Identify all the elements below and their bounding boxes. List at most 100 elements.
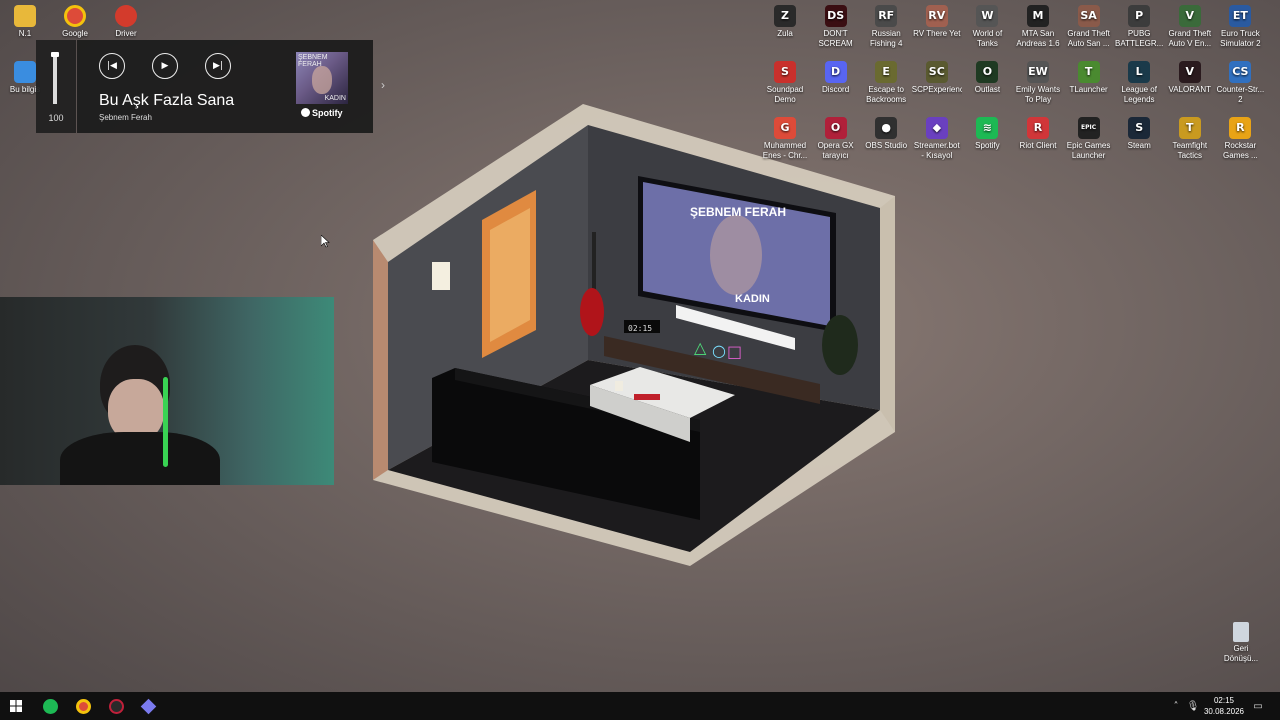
desktop-icon-label: Rockstar Games ... bbox=[1223, 141, 1258, 160]
previous-track-button[interactable]: |◀ bbox=[99, 53, 125, 79]
desktop-icon-google[interactable]: Google bbox=[50, 5, 100, 39]
desktop-icon[interactable]: SC SCPExperienc bbox=[912, 61, 962, 95]
desktop-icon[interactable]: E Escape to Backrooms bbox=[861, 61, 911, 105]
rv-icon: RV bbox=[925, 5, 948, 27]
volume-panel: 100 bbox=[36, 40, 76, 133]
next-track-button[interactable]: ▶| bbox=[205, 53, 231, 79]
rockstar-icon: R bbox=[1229, 117, 1252, 139]
taskbar-spotify[interactable] bbox=[34, 696, 66, 716]
desktop-icon[interactable]: ● OBS Studio bbox=[861, 117, 911, 151]
riot-icon: R bbox=[1027, 117, 1049, 139]
desktop-icon-label: Steam bbox=[1127, 141, 1151, 150]
lol-icon: L bbox=[1128, 61, 1151, 83]
album-art-title: KADIN bbox=[324, 95, 346, 102]
desktop-icon[interactable]: O Opera GX tarayıcı bbox=[811, 117, 861, 161]
notifications-button[interactable]: ▭ bbox=[1250, 692, 1266, 720]
opera-gx-icon bbox=[108, 698, 124, 714]
svg-text:□: □ bbox=[727, 342, 742, 361]
desktop-icon[interactable]: EPIC Epic Games Launcher bbox=[1064, 117, 1114, 161]
desktop-icon-label: League of Legends bbox=[1121, 85, 1157, 104]
desktop-icon[interactable]: ◆ Streamer.bot - Kısayol bbox=[912, 117, 962, 161]
tanks-icon: W bbox=[976, 5, 999, 27]
mta-icon: M bbox=[1027, 5, 1049, 27]
show-hidden-icons-button[interactable]: ˄ bbox=[1168, 692, 1184, 720]
media-overlay: 100 |◀ ▶ ▶| Bu Aşk Fazla Sana Şebnem Fer… bbox=[36, 40, 400, 133]
desktop-icon[interactable]: V Grand Theft Auto V En... bbox=[1165, 5, 1215, 49]
desktop-icon-label: Outlast bbox=[974, 85, 1001, 94]
desktop-icon[interactable]: M MTA San Andreas 1.6 bbox=[1013, 5, 1063, 49]
chevron-right-icon[interactable]: › bbox=[381, 78, 385, 92]
chrome-profile-icon: G bbox=[774, 117, 796, 139]
desktop-icon[interactable]: L League of Legends bbox=[1114, 61, 1164, 105]
tv-artist-text: ŞEBNEM FERAH bbox=[690, 205, 786, 219]
desktop-icon[interactable]: CS Counter-Str... 2 bbox=[1215, 61, 1265, 105]
desktop-icon-driver[interactable]: Driver bbox=[101, 5, 151, 39]
desktop-icon[interactable]: RV RV There Yet bbox=[912, 5, 962, 39]
tv-title-text: KADIN bbox=[735, 293, 770, 305]
desktop-icon[interactable]: D Discord bbox=[811, 61, 861, 95]
desktop-icon-label: Google bbox=[62, 29, 88, 38]
desktop-icon-label: Geri Dönüşü... bbox=[1223, 644, 1259, 663]
desktop-icon[interactable]: T TLauncher bbox=[1064, 61, 1114, 95]
mouse-cursor bbox=[321, 235, 330, 248]
volume-slider-thumb[interactable] bbox=[51, 52, 59, 57]
desktop-icon-label: Euro Truck Simulator 2 bbox=[1220, 29, 1261, 48]
streamerbot-icon bbox=[140, 698, 156, 714]
recycle-bin-icon bbox=[1233, 622, 1249, 642]
cs2-icon: CS bbox=[1229, 61, 1252, 83]
desktop-icon[interactable]: SA Grand Theft Auto San ... bbox=[1064, 5, 1114, 49]
start-button[interactable] bbox=[0, 696, 32, 716]
webcam-overlay bbox=[0, 297, 334, 485]
volume-slider[interactable] bbox=[51, 52, 59, 104]
taskbar-clock[interactable]: 02:15 30.08.2026 bbox=[1196, 695, 1252, 717]
media-source-label: Spotify bbox=[312, 108, 343, 118]
taskbar: ˄ 🎙 02:15 30.08.2026 ▭ bbox=[0, 692, 1280, 720]
taskbar-chrome[interactable] bbox=[67, 696, 99, 716]
steam-icon: S bbox=[1128, 117, 1151, 139]
desktop-icon[interactable]: EW Emily Wants To Play bbox=[1013, 61, 1063, 105]
desktop-icon[interactable]: Z Zula bbox=[760, 5, 810, 39]
desktop-icon[interactable]: ≋ Spotify bbox=[962, 117, 1012, 151]
taskbar-streamerbot[interactable] bbox=[132, 696, 164, 716]
gta-sa-icon: SA bbox=[1077, 5, 1100, 27]
desktop-icon[interactable]: ET Euro Truck Simulator 2 bbox=[1215, 5, 1265, 49]
desktop-icon[interactable]: T Teamfight Tactics bbox=[1165, 117, 1215, 161]
desktop-icon[interactable]: RF Russian Fishing 4 bbox=[861, 5, 911, 49]
gta-v-icon: V bbox=[1178, 5, 1201, 27]
desktop-icon-label: Zula bbox=[777, 29, 793, 38]
backrooms-icon: E bbox=[875, 61, 898, 83]
desktop-icon-label: Russian Fishing 4 bbox=[869, 29, 903, 48]
previous-track-icon: |◀ bbox=[107, 61, 117, 71]
desktop-icon[interactable]: R Rockstar Games ... bbox=[1215, 117, 1265, 161]
emily-icon: EW bbox=[1027, 61, 1049, 83]
tlauncher-icon: T bbox=[1077, 61, 1100, 83]
play-button[interactable]: ▶ bbox=[152, 53, 178, 79]
desktop-icon-label: Emily Wants To Play bbox=[1015, 85, 1061, 104]
spotify-icon bbox=[301, 108, 310, 117]
desktop-icon[interactable]: DS DON'T SCREAM bbox=[811, 5, 861, 49]
desktop-icon-label: VALORANT bbox=[1168, 85, 1212, 94]
desktop-icon-label: Spotify bbox=[975, 141, 1000, 150]
desktop-icon[interactable]: O Outlast bbox=[962, 61, 1012, 95]
desktop-icon[interactable]: R Riot Client bbox=[1013, 117, 1063, 151]
desktop-icon-label: OBS Studio bbox=[865, 141, 908, 150]
desktop-icon-label: RV There Yet bbox=[913, 29, 961, 38]
desktop-icon[interactable]: S Soundpad Demo bbox=[760, 61, 810, 105]
desktop-icon[interactable]: W World of Tanks bbox=[962, 5, 1012, 49]
notification-icon: ▭ bbox=[1253, 700, 1263, 712]
soundpad-icon: S bbox=[774, 61, 796, 83]
desktop-icon-recycle-bin[interactable]: Geri Dönüşü... bbox=[1216, 622, 1266, 664]
chrome-icon bbox=[75, 698, 91, 714]
desktop-icon[interactable]: V VALORANT bbox=[1165, 61, 1215, 95]
desktop-icon-n1[interactable]: N.1 bbox=[0, 5, 50, 39]
desktop-icon-label: Grand Theft Auto San ... bbox=[1067, 29, 1110, 48]
opera-gx-icon: O bbox=[824, 117, 847, 139]
desktop-icon-label: Counter-Str... 2 bbox=[1216, 85, 1265, 104]
desktop-icon[interactable]: P PUBG BATTLEGR... bbox=[1114, 5, 1164, 49]
desktop-icon[interactable]: S Steam bbox=[1114, 117, 1164, 151]
desktop-icon[interactable]: G Muhammed Enes - Chr... bbox=[760, 117, 810, 161]
taskbar-opera-gx[interactable] bbox=[100, 696, 132, 716]
desktop-icon-label: Grand Theft Auto V En... bbox=[1168, 29, 1212, 48]
spotify-icon bbox=[42, 698, 58, 714]
album-art: ŞEBNEM FERAH KADIN bbox=[296, 52, 348, 104]
